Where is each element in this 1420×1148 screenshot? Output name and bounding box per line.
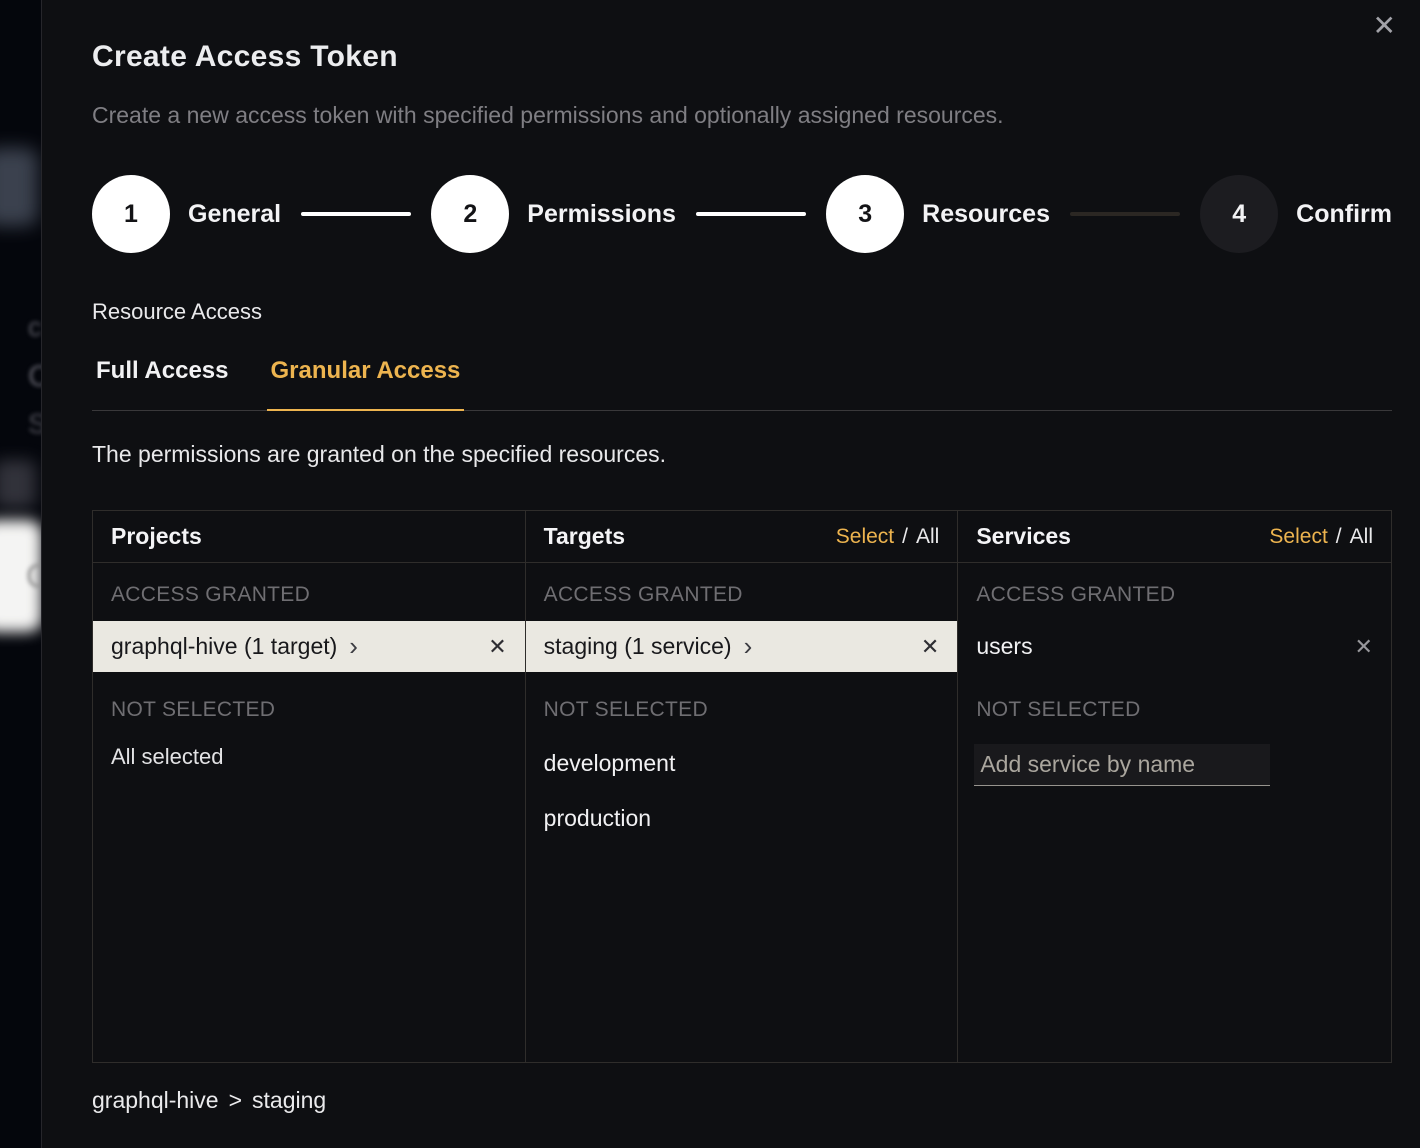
breadcrumb-separator: > xyxy=(229,1087,242,1114)
step-label-general: General xyxy=(188,200,281,229)
step-circle-1[interactable]: 1 xyxy=(92,175,170,253)
backdrop-glyph: c xyxy=(28,312,41,343)
step-connector xyxy=(301,212,411,216)
services-select-link[interactable]: Select xyxy=(1269,525,1327,549)
wizard-stepper: 1 General 2 Permissions 3 Resources 4 Co… xyxy=(92,175,1392,253)
targets-column-header: Targets Select / All xyxy=(526,511,958,563)
projects-not-selected-label: NOT SELECTED xyxy=(93,672,525,736)
services-access-granted-label: ACCESS GRANTED xyxy=(958,563,1391,621)
step-connector-inactive xyxy=(1070,212,1180,216)
step-resources[interactable]: 3 Resources xyxy=(826,175,1050,253)
step-general[interactable]: 1 General xyxy=(92,175,281,253)
services-column-title: Services xyxy=(976,523,1071,550)
services-not-selected-label: NOT SELECTED xyxy=(958,672,1391,736)
step-circle-3[interactable]: 3 xyxy=(826,175,904,253)
backdrop-glyph: C xyxy=(26,558,41,595)
chevron-right-icon[interactable]: › xyxy=(349,635,358,658)
targets-column: Targets Select / All ACCESS GRANTED stag… xyxy=(526,511,959,1062)
backdrop-strip: c C S C xyxy=(0,0,41,1148)
step-label-confirm: Confirm xyxy=(1296,200,1392,229)
remove-project-icon[interactable]: ✕ xyxy=(488,634,506,660)
projects-column-header: Projects xyxy=(93,511,525,563)
selected-project-label: graphql-hive (1 target) xyxy=(111,633,337,660)
modal-subtitle: Create a new access token with specified… xyxy=(92,102,1392,129)
services-column: Services Select / All ACCESS GRANTED use… xyxy=(958,511,1391,1062)
create-access-token-modal: ✕ Create Access Token Create a new acces… xyxy=(41,0,1420,1148)
resource-picker-table: Projects ACCESS GRANTED graphql-hive (1 … xyxy=(92,510,1392,1063)
resource-access-heading: Resource Access xyxy=(92,299,1392,325)
access-tabs: Full Access Granular Access xyxy=(92,357,1392,411)
selected-target-label: staging (1 service) xyxy=(544,633,732,660)
permissions-description: The permissions are granted on the speci… xyxy=(92,441,1392,468)
tab-granular-access[interactable]: Granular Access xyxy=(267,357,465,411)
services-all-link[interactable]: All xyxy=(1350,525,1373,549)
projects-column-title: Projects xyxy=(111,523,202,550)
breadcrumb: graphql-hive > staging xyxy=(92,1087,1392,1114)
breadcrumb-project: graphql-hive xyxy=(92,1087,219,1114)
step-permissions[interactable]: 2 Permissions xyxy=(431,175,676,253)
targets-all-link[interactable]: All xyxy=(916,525,939,549)
tab-full-access[interactable]: Full Access xyxy=(92,357,233,411)
step-connector xyxy=(696,212,806,216)
remove-service-icon[interactable]: ✕ xyxy=(1355,634,1373,660)
selected-target-row[interactable]: staging (1 service) › ✕ xyxy=(526,621,958,672)
selected-project-row[interactable]: graphql-hive (1 target) › ✕ xyxy=(93,621,525,672)
target-item-production[interactable]: production xyxy=(526,791,958,846)
projects-all-selected-note: All selected xyxy=(93,736,525,778)
targets-select-link[interactable]: Select xyxy=(836,525,894,549)
chevron-right-icon[interactable]: › xyxy=(744,635,753,658)
step-circle-4[interactable]: 4 xyxy=(1200,175,1278,253)
slash-separator: / xyxy=(1336,525,1342,549)
backdrop-glyph: C xyxy=(28,360,41,394)
breadcrumb-target: staging xyxy=(252,1087,326,1114)
step-label-resources: Resources xyxy=(922,200,1050,229)
targets-select-all: Select / All xyxy=(836,525,940,549)
backdrop-blur-blob xyxy=(0,148,38,226)
backdrop-blur-blob xyxy=(0,460,36,508)
projects-column: Projects ACCESS GRANTED graphql-hive (1 … xyxy=(93,511,526,1062)
targets-not-selected-label: NOT SELECTED xyxy=(526,672,958,736)
slash-separator: / xyxy=(902,525,908,549)
step-circle-2[interactable]: 2 xyxy=(431,175,509,253)
remove-target-icon[interactable]: ✕ xyxy=(921,634,939,660)
close-icon[interactable]: ✕ xyxy=(1373,12,1396,40)
target-item-development[interactable]: development xyxy=(526,736,958,791)
page-title: Create Access Token xyxy=(92,40,1392,74)
services-select-all: Select / All xyxy=(1269,525,1373,549)
add-service-input[interactable] xyxy=(974,744,1270,786)
step-label-permissions: Permissions xyxy=(527,200,676,229)
services-column-header: Services Select / All xyxy=(958,511,1391,563)
targets-access-granted-label: ACCESS GRANTED xyxy=(526,563,958,621)
backdrop-glyph: S xyxy=(28,408,41,440)
targets-column-title: Targets xyxy=(544,523,625,550)
step-confirm[interactable]: 4 Confirm xyxy=(1200,175,1392,253)
granted-service-row[interactable]: users ✕ xyxy=(958,621,1391,672)
granted-service-label: users xyxy=(976,633,1032,660)
projects-access-granted-label: ACCESS GRANTED xyxy=(93,563,525,621)
